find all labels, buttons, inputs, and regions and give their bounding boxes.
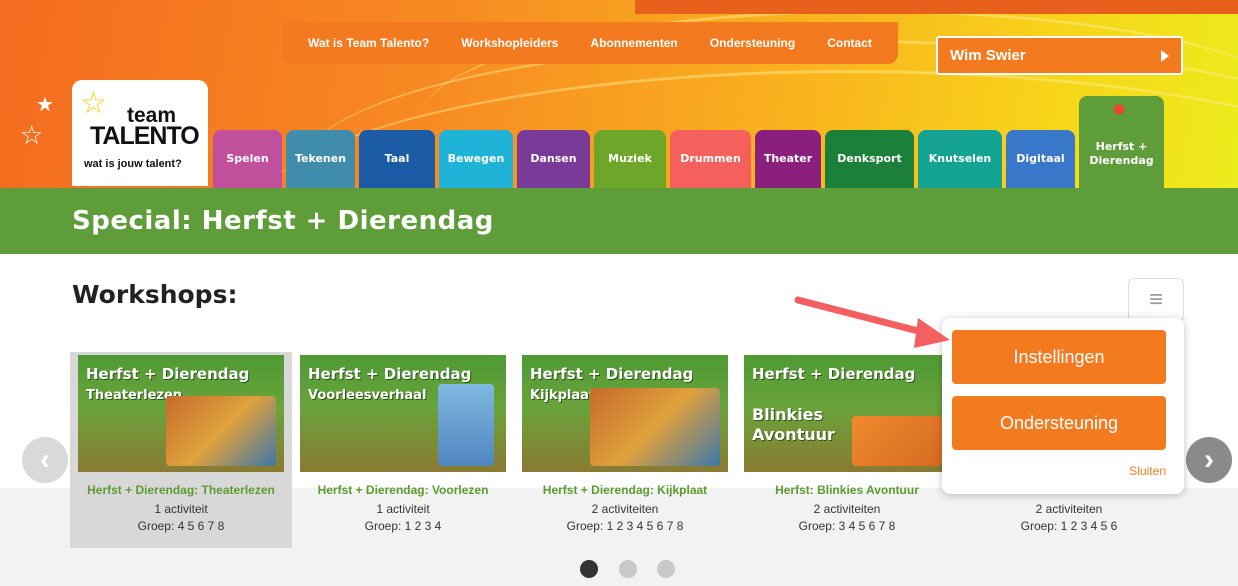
mushroom-icon: ● bbox=[1113, 101, 1126, 117]
tab-herfst-label: Herfst + Dierendag bbox=[1089, 140, 1154, 167]
menu-icon: ≡ bbox=[1148, 286, 1163, 313]
logo-star-icon: ☆ bbox=[80, 87, 107, 120]
card-thumbnail: Herfst + Dierendag Voorleesverhaal bbox=[300, 355, 506, 472]
tab-taal[interactable]: Taal bbox=[359, 130, 435, 188]
card-name: Herfst + Dierendag: Voorlezen bbox=[317, 483, 489, 497]
nav-workshopleiders[interactable]: Workshopleiders bbox=[461, 36, 558, 50]
card-activities: 2 activiteiten bbox=[1035, 502, 1103, 516]
workshop-card[interactable]: Herfst + Dierendag Blinkies Avontuur Her… bbox=[736, 352, 958, 548]
chevron-right-icon: › bbox=[1204, 443, 1214, 476]
annotation-arrow-icon bbox=[794, 296, 950, 348]
tab-knutselen[interactable]: Knutselen bbox=[918, 130, 1002, 188]
card-thumbnail: Herfst + Dierendag Theaterlezen bbox=[78, 355, 284, 472]
tab-theater[interactable]: Theater bbox=[755, 130, 821, 188]
card-activities: 1 activiteit bbox=[154, 502, 208, 516]
special-title: Special: Herfst + Dierendag bbox=[72, 206, 494, 236]
caret-right-icon bbox=[1161, 49, 1169, 62]
top-accent-line bbox=[635, 0, 1238, 14]
card-activities: 1 activiteit bbox=[376, 502, 430, 516]
card-name: Herfst + Dierendag: Kijkplaat bbox=[542, 483, 708, 497]
logo-talento: TALENTO bbox=[90, 122, 200, 150]
tab-bewegen[interactable]: Bewegen bbox=[439, 130, 513, 188]
book-cover bbox=[438, 384, 494, 466]
carousel-dot-1[interactable] bbox=[580, 560, 598, 578]
top-navigation: Wat is Team Talento? Workshopleiders Abo… bbox=[282, 22, 898, 64]
tab-dansen[interactable]: Dansen bbox=[517, 130, 590, 188]
star-icon: ★ bbox=[36, 94, 54, 116]
support-button[interactable]: Ondersteuning bbox=[952, 396, 1166, 450]
tab-tekenen[interactable]: Tekenen bbox=[286, 130, 355, 188]
thumb-title: Herfst + Dierendag bbox=[308, 365, 472, 383]
card-illustration bbox=[166, 396, 276, 466]
workshop-card[interactable]: Herfst + Dierendag Kijkplaat Herfst + Di… bbox=[514, 352, 736, 548]
card-illustration bbox=[852, 416, 942, 466]
carousel-dot-3[interactable] bbox=[657, 560, 675, 578]
carousel-next-button[interactable]: › bbox=[1186, 437, 1232, 483]
card-group: Groep: 4 5 6 7 8 bbox=[137, 519, 225, 533]
close-link[interactable]: Sluiten bbox=[1129, 464, 1166, 478]
options-popup: Instellingen Ondersteuning Sluiten bbox=[942, 318, 1184, 494]
thumb-subtitle: Voorleesverhaal bbox=[308, 388, 427, 403]
nav-wat-is-team-talento[interactable]: Wat is Team Talento? bbox=[308, 36, 429, 50]
settings-button[interactable]: Instellingen bbox=[952, 330, 1166, 384]
thumb-subtitle: Kijkplaat bbox=[530, 388, 596, 403]
tab-spelen[interactable]: Spelen bbox=[213, 130, 282, 188]
thumb-subtitle: Blinkies Avontuur bbox=[752, 405, 835, 444]
card-thumbnail: Herfst + Dierendag Kijkplaat bbox=[522, 355, 728, 472]
logo[interactable]: ☆ team TALENTO wat is jouw talent? bbox=[72, 80, 208, 186]
card-group: Groep: 1 2 3 4 5 6 bbox=[1020, 519, 1118, 533]
nav-abonnementen[interactable]: Abonnementen bbox=[590, 36, 677, 50]
card-group: Groep: 1 2 3 4 5 6 7 8 bbox=[566, 519, 684, 533]
nav-ondersteuning[interactable]: Ondersteuning bbox=[710, 36, 795, 50]
card-thumbnail: Herfst + Dierendag Blinkies Avontuur bbox=[744, 355, 950, 472]
card-illustration bbox=[590, 388, 720, 466]
star-outline-icon: ☆ bbox=[20, 120, 44, 150]
tab-herfst-dierendag[interactable]: ● Herfst + Dierendag bbox=[1079, 96, 1164, 188]
user-menu-button[interactable]: Wim Swier bbox=[936, 36, 1183, 75]
thumb-title: Herfst + Dierendag bbox=[86, 365, 250, 383]
logo-tagline: wat is jouw talent? bbox=[84, 158, 182, 170]
tab-digitaal[interactable]: Digitaal bbox=[1006, 130, 1075, 188]
card-name: Herfst: Blinkies Avontuur bbox=[775, 483, 919, 497]
thumb-title: Herfst + Dierendag bbox=[752, 365, 916, 383]
workshop-card[interactable]: Herfst + Dierendag Theaterlezen Herfst +… bbox=[70, 352, 292, 548]
tab-denksport[interactable]: Denksport bbox=[825, 130, 914, 188]
page: ★ ☆ Wat is Team Talento? Workshopleiders… bbox=[0, 0, 1238, 586]
carousel-dot-2[interactable] bbox=[619, 560, 637, 578]
workshops-title: Workshops: bbox=[72, 280, 238, 309]
tab-muziek[interactable]: Muziek bbox=[594, 130, 666, 188]
card-activities: 2 activiteiten bbox=[591, 502, 659, 516]
carousel-prev-button[interactable]: ‹ bbox=[22, 437, 68, 483]
user-name: Wim Swier bbox=[950, 47, 1026, 64]
card-group: Groep: 1 2 3 4 bbox=[364, 519, 442, 533]
chevron-left-icon: ‹ bbox=[40, 443, 50, 476]
card-name: Herfst + Dierendag: Theaterlezen bbox=[87, 483, 275, 497]
card-activities: 2 activiteiten bbox=[813, 502, 881, 516]
header: ★ ☆ Wat is Team Talento? Workshopleiders… bbox=[0, 0, 1238, 188]
thumb-title: Herfst + Dierendag bbox=[530, 365, 694, 383]
card-group: Groep: 3 4 5 6 7 8 bbox=[798, 519, 896, 533]
workshop-card[interactable]: Herfst + Dierendag Voorleesverhaal Herfs… bbox=[292, 352, 514, 548]
hamburger-menu-button[interactable]: ≡ bbox=[1128, 278, 1184, 322]
nav-contact[interactable]: Contact bbox=[827, 36, 872, 50]
tab-drummen[interactable]: Drummen bbox=[670, 130, 751, 188]
